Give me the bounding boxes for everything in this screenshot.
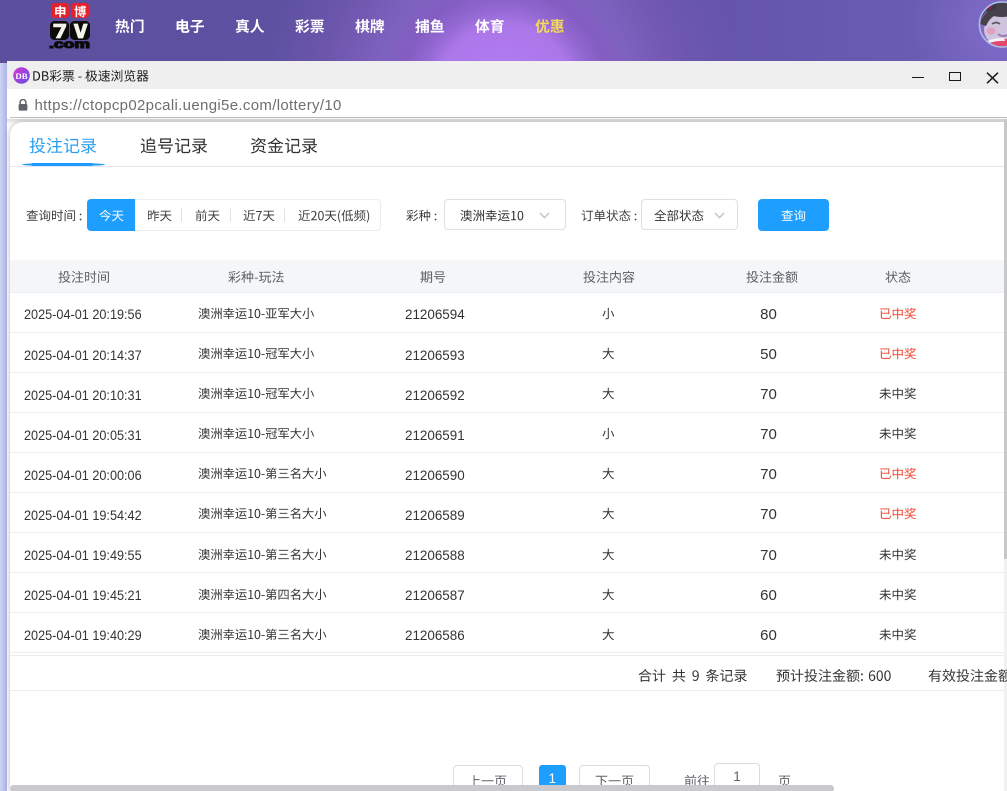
svg-text:DB: DB	[15, 70, 27, 80]
svg-text:.com: .com	[49, 39, 90, 49]
